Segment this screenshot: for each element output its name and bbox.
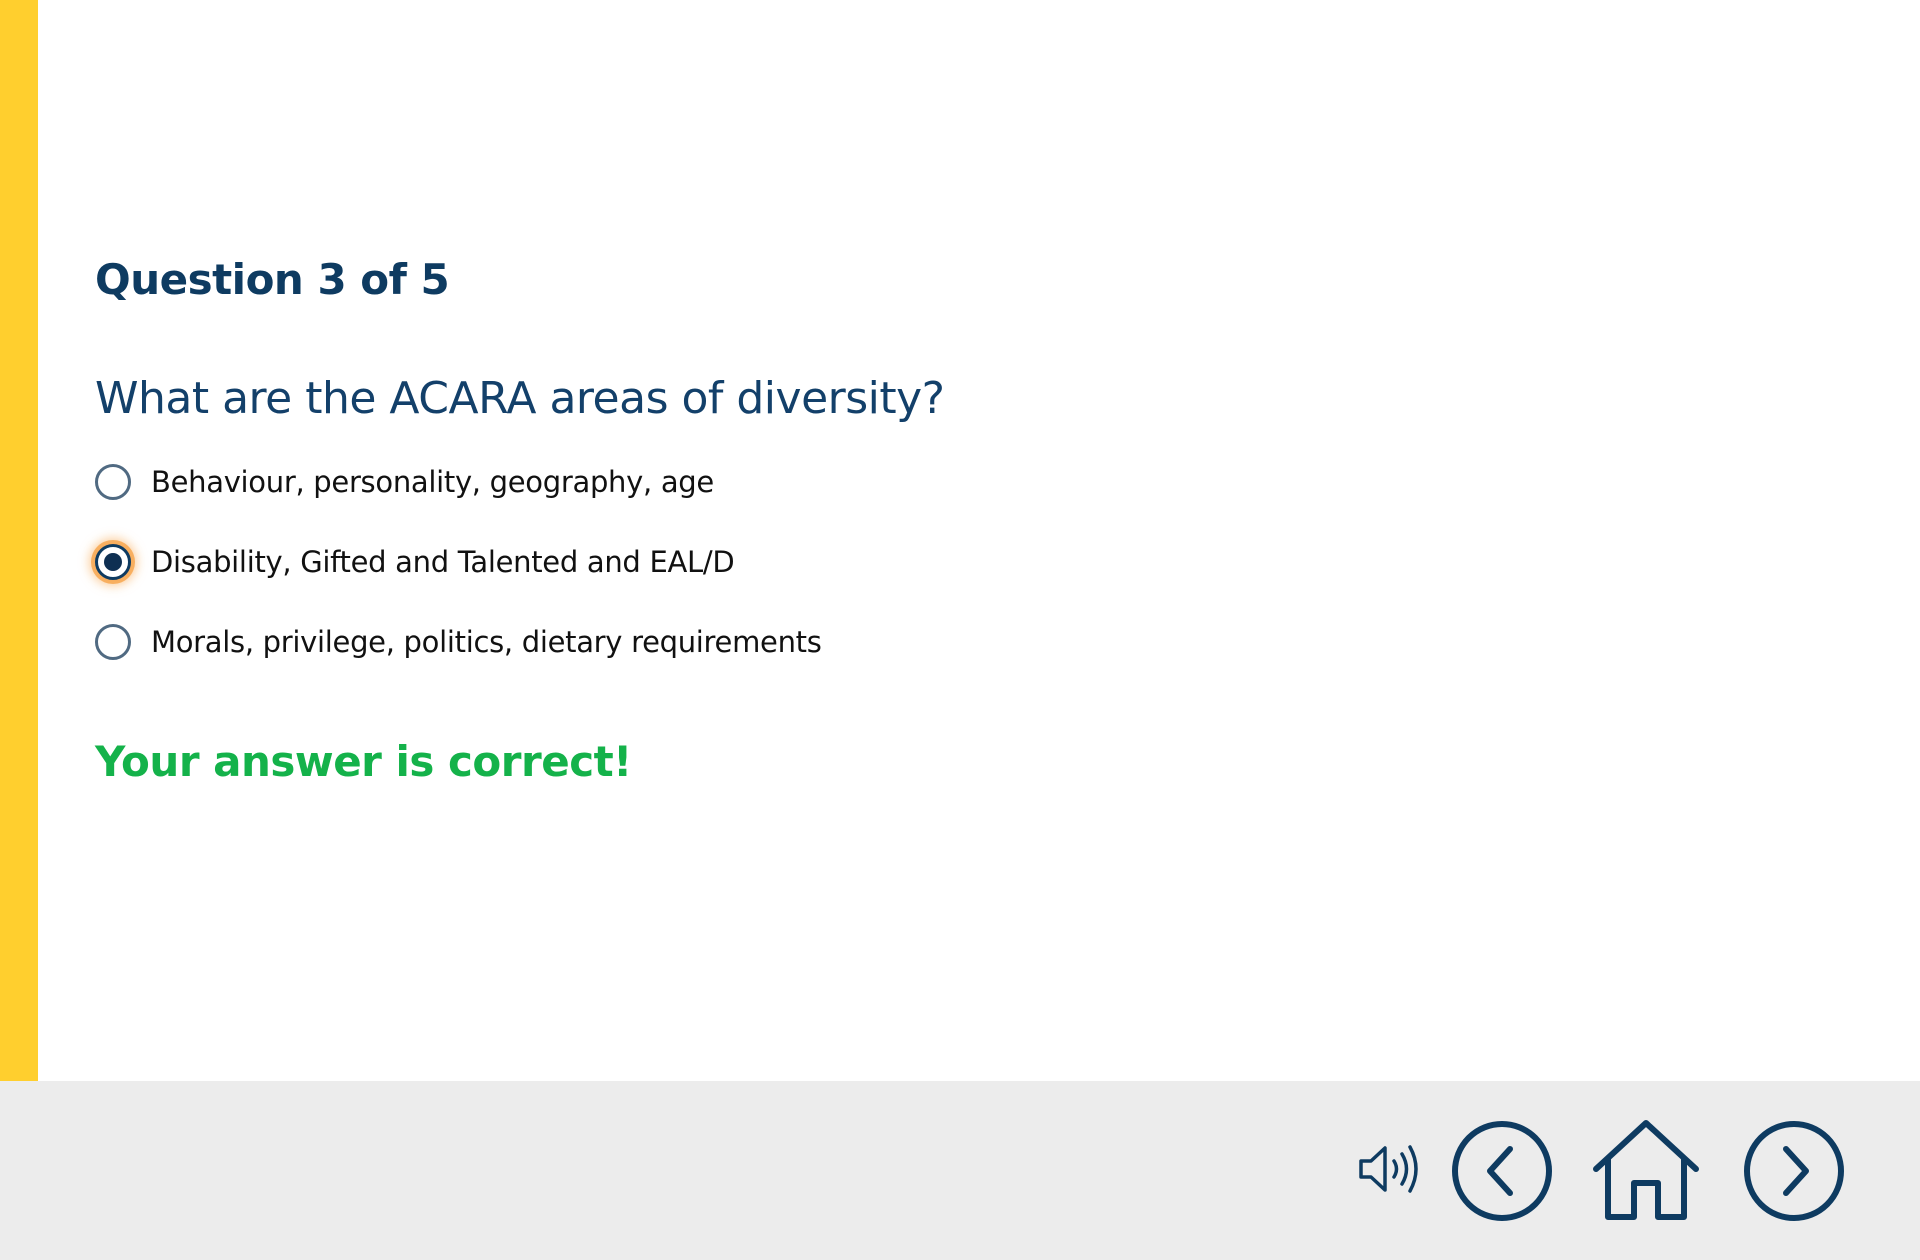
accent-bar: [0, 0, 38, 1081]
home-button[interactable]: [1590, 1117, 1702, 1223]
speaker-icon: [1359, 1145, 1418, 1193]
answer-option-label: Disability, Gifted and Talented and EAL/…: [151, 545, 735, 579]
answer-option-1[interactable]: Behaviour, personality, geography, age: [95, 460, 714, 504]
radio-button-1[interactable]: [95, 464, 131, 500]
radio-button-3[interactable]: [95, 624, 131, 660]
back-button[interactable]: [1450, 1119, 1554, 1223]
question-text: What are the ACARA areas of diversity?: [95, 373, 945, 424]
audio-button[interactable]: [1355, 1139, 1425, 1199]
answer-option-3[interactable]: Morals, privilege, politics, dietary req…: [95, 620, 822, 664]
answer-option-label: Behaviour, personality, geography, age: [151, 465, 714, 499]
navigation-footer: [0, 1081, 1920, 1260]
next-button[interactable]: [1742, 1119, 1846, 1223]
quiz-slide: Question 3 of 5 What are the ACARA areas…: [0, 0, 1920, 1260]
radio-button-2[interactable]: [95, 544, 131, 580]
answer-feedback: Your answer is correct!: [95, 737, 632, 786]
chevron-right-circle-icon: [1744, 1121, 1844, 1221]
answer-option-2[interactable]: Disability, Gifted and Talented and EAL/…: [95, 540, 735, 584]
question-counter: Question 3 of 5: [95, 255, 450, 304]
chevron-left-circle-icon: [1452, 1121, 1552, 1221]
answer-option-label: Morals, privilege, politics, dietary req…: [151, 625, 822, 659]
home-icon: [1593, 1120, 1699, 1220]
